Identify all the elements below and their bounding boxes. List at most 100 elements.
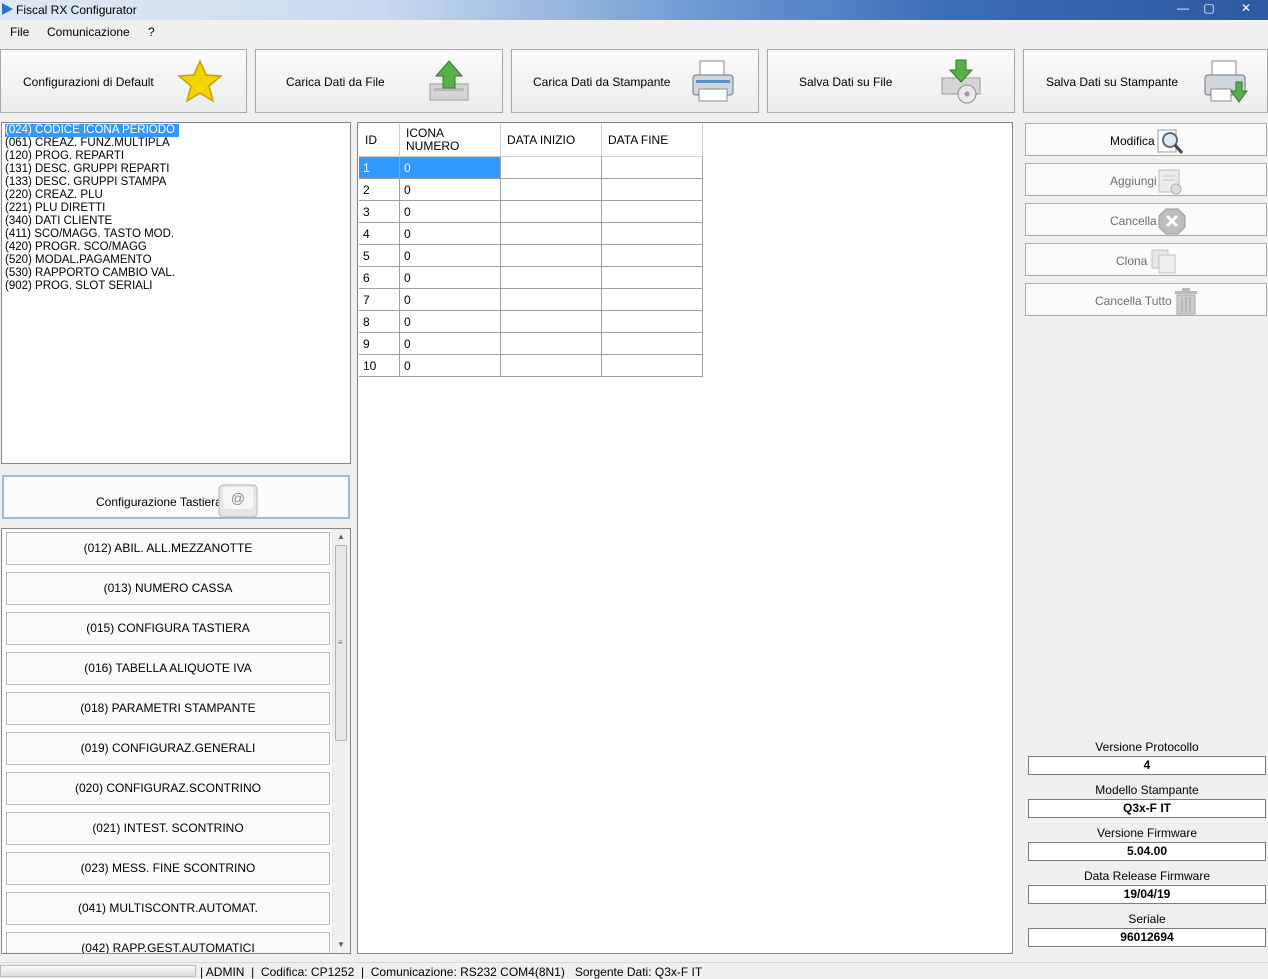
table-cell[interactable]: 4	[359, 222, 400, 245]
table-row[interactable]: 50	[359, 244, 703, 267]
table-cell[interactable]: 5	[359, 244, 400, 267]
keyboard-config-button[interactable]: Configurazione Tastiera @	[2, 475, 350, 519]
table-row[interactable]: 80	[359, 310, 703, 333]
table-cell[interactable]: 0	[399, 332, 501, 355]
table-row[interactable]: 70	[359, 288, 703, 311]
clona-button[interactable]: Clona	[1025, 243, 1267, 276]
program-list-item[interactable]: (340) DATI CLIENTE	[5, 215, 112, 228]
table-cell[interactable]: 0	[399, 266, 501, 289]
table-cell[interactable]	[500, 244, 602, 267]
table-cell[interactable]: 0	[399, 222, 501, 245]
command-button[interactable]: (023) MESS. FINE SCONTRINO	[6, 852, 330, 885]
command-button[interactable]: (018) PARAMETRI STAMPANTE	[6, 692, 330, 725]
table-cell[interactable]: 9	[359, 332, 400, 355]
load-printer-button[interactable]: Carica Dati da Stampante	[511, 49, 759, 113]
program-list-item[interactable]: (120) PROG. REPARTI	[5, 150, 124, 163]
table-cell[interactable]: 0	[399, 288, 501, 311]
col-header-id[interactable]: ID	[359, 124, 400, 157]
table-cell[interactable]: 7	[359, 288, 400, 311]
table-row[interactable]: 10	[359, 156, 703, 179]
command-button[interactable]: (012) ABIL. ALL.MEZZANOTTE	[6, 532, 330, 565]
table-row[interactable]: 60	[359, 266, 703, 289]
command-button[interactable]: (021) INTEST. SCONTRINO	[6, 812, 330, 845]
table-cell[interactable]	[601, 222, 703, 245]
table-cell[interactable]	[601, 156, 703, 179]
table-cell[interactable]	[601, 244, 703, 267]
cancella-button[interactable]: Cancella	[1025, 203, 1267, 236]
program-list-item[interactable]: (411) SCO/MAGG. TASTO MOD.	[5, 228, 174, 241]
save-printer-button[interactable]: Salva Dati su Stampante	[1023, 49, 1268, 113]
minimize-button[interactable]: —	[1170, 0, 1196, 18]
save-file-button[interactable]: Salva Dati su File	[767, 49, 1015, 113]
command-button[interactable]: (016) TABELLA ALIQUOTE IVA	[6, 652, 330, 685]
cancella-tutto-button[interactable]: Cancella Tutto	[1025, 283, 1267, 316]
table-row[interactable]: 10 0	[359, 354, 703, 377]
table-cell[interactable]	[500, 310, 602, 333]
table-cell[interactable]: 8	[359, 310, 400, 333]
table-cell[interactable]: 6	[359, 266, 400, 289]
table-cell[interactable]	[500, 222, 602, 245]
col-header-icona[interactable]: ICONA NUMERO	[399, 124, 501, 157]
program-list-item[interactable]: (520) MODAL.PAGAMENTO	[5, 254, 152, 267]
table-cell[interactable]	[500, 288, 602, 311]
table-cell[interactable]: 3	[359, 200, 400, 223]
table-row[interactable]: 40	[359, 222, 703, 245]
program-list-item[interactable]: (530) RAPPORTO CAMBIO VAL.	[5, 267, 175, 280]
program-list-item[interactable]: (024) CODICE ICONA PERIODO	[5, 124, 179, 137]
menu-help[interactable]: ?	[148, 25, 155, 39]
menu-comunicazione[interactable]: Comunicazione	[47, 25, 130, 39]
program-list-item[interactable]: (061) CREAZ. FUNZ.MULTIPLA	[5, 137, 170, 150]
table-cell[interactable]: 0	[399, 244, 501, 267]
table-cell[interactable]	[500, 354, 602, 377]
table-cell[interactable]	[601, 200, 703, 223]
scroll-up-arrow-icon[interactable]: ▲	[337, 532, 345, 541]
program-list-item[interactable]: (131) DESC. GRUPPI REPARTI	[5, 163, 169, 176]
command-button[interactable]: (015) CONFIGURA TASTIERA	[6, 612, 330, 645]
table-cell[interactable]: 2	[359, 178, 400, 201]
table-cell[interactable]: 0	[399, 156, 501, 179]
table-cell[interactable]	[500, 178, 602, 201]
program-list-item[interactable]: (133) DESC. GRUPPI STAMPA	[5, 176, 166, 189]
table-row[interactable]: 20	[359, 178, 703, 201]
table-cell[interactable]	[500, 332, 602, 355]
table-cell[interactable]: 0	[399, 178, 501, 201]
scroll-down-arrow-icon[interactable]: ▼	[337, 940, 345, 949]
aggiungi-button[interactable]: Aggiungi	[1025, 163, 1267, 196]
command-scrollbar[interactable]: ▲ ≡ ▼	[332, 529, 350, 953]
table-cell[interactable]	[601, 178, 703, 201]
table-cell[interactable]	[601, 266, 703, 289]
table-cell[interactable]: 0	[399, 310, 501, 333]
command-button[interactable]: (041) MULTISCONTR.AUTOMAT.	[6, 892, 330, 925]
table-cell[interactable]	[500, 156, 602, 179]
program-list-item[interactable]: (221) PLU DIRETTI	[5, 202, 105, 215]
program-list-item[interactable]: (220) CREAZ. PLU	[5, 189, 103, 202]
default-config-button[interactable]: Configurazioni di Default	[0, 49, 247, 113]
table-cell[interactable]: 10	[359, 354, 400, 377]
program-list-item[interactable]: (420) PROGR. SCO/MAGG	[5, 241, 147, 254]
table-cell[interactable]	[601, 354, 703, 377]
table-row[interactable]: 30	[359, 200, 703, 223]
load-file-button[interactable]: Carica Dati da File	[255, 49, 503, 113]
maximize-button[interactable]: ▢	[1196, 0, 1222, 18]
modifica-button[interactable]: Modifica	[1025, 123, 1267, 156]
scroll-thumb[interactable]: ≡	[335, 545, 347, 741]
command-button[interactable]: (042) RAPP.GEST.AUTOMATICI	[6, 932, 330, 953]
table-cell[interactable]	[601, 332, 703, 355]
col-header-data-fine[interactable]: DATA FINE	[601, 124, 703, 157]
command-button[interactable]: (013) NUMERO CASSA	[6, 572, 330, 605]
table-cell[interactable]: 0	[399, 200, 501, 223]
menu-file[interactable]: File	[10, 25, 29, 39]
table-row[interactable]: 90	[359, 332, 703, 355]
table-cell[interactable]	[601, 288, 703, 311]
program-list-item[interactable]: (902) PROG. SLOT SERIALI	[5, 280, 152, 293]
col-header-data-inizio[interactable]: DATA INIZIO	[500, 124, 602, 157]
command-button[interactable]: (019) CONFIGURAZ.GENERALI	[6, 732, 330, 765]
program-list[interactable]: (024) CODICE ICONA PERIODO (061) CREAZ. F…	[1, 122, 351, 464]
table-cell[interactable]	[500, 266, 602, 289]
close-button[interactable]: ✕	[1226, 0, 1266, 18]
table-cell[interactable]: 0	[399, 354, 501, 377]
command-button[interactable]: (020) CONFIGURAZ.SCONTRINO	[6, 772, 330, 805]
table-cell[interactable]: 1	[359, 156, 400, 179]
table-cell[interactable]	[500, 200, 602, 223]
table-cell[interactable]	[601, 310, 703, 333]
